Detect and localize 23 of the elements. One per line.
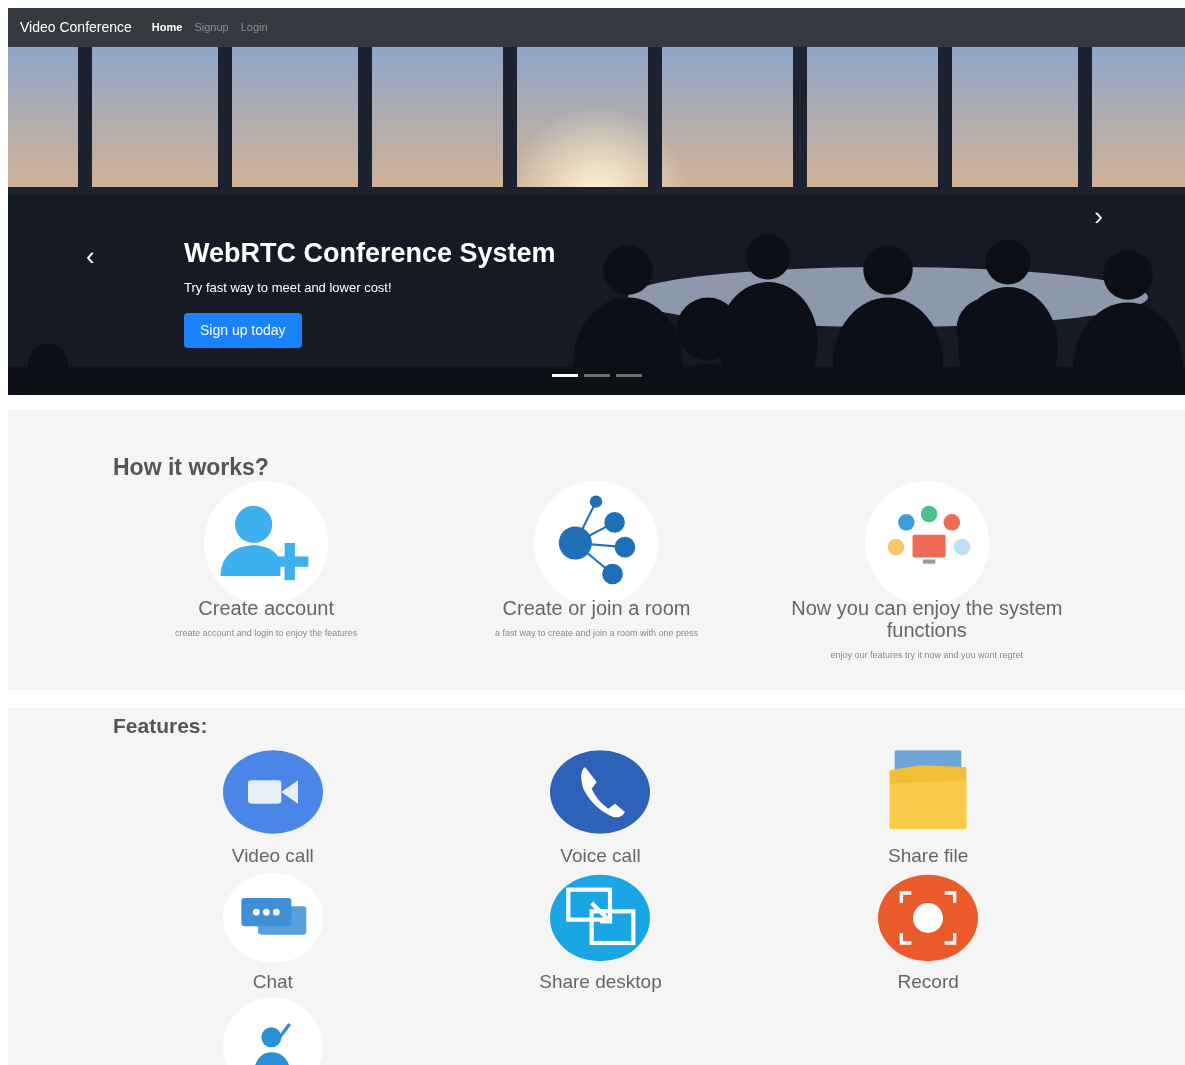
step-title: Create account bbox=[197, 596, 335, 619]
feature-label: Chat bbox=[252, 971, 293, 991]
hero-title: WebRTC Conference System bbox=[184, 237, 556, 270]
carousel-indicator[interactable] bbox=[551, 374, 578, 377]
step-title: Create or join a room bbox=[501, 596, 692, 619]
step-description: create account and login to enjoy the features bbox=[174, 626, 359, 640]
feature-label: Share desktop bbox=[539, 971, 662, 991]
feature-label: Voice call bbox=[560, 845, 641, 865]
carousel-prev-button[interactable]: ‹ bbox=[86, 243, 95, 269]
nav-link[interactable]: Login bbox=[240, 19, 268, 36]
step-title: Now you can enjoy the system functions bbox=[790, 596, 1064, 641]
hero-subtitle: Try fast way to meet and lower cost! bbox=[184, 278, 392, 297]
nav-link[interactable]: Signup bbox=[194, 19, 229, 36]
feature-label: Record bbox=[897, 971, 959, 991]
brand-link[interactable]: Video Conference bbox=[20, 17, 132, 38]
signup-button[interactable]: Sign up today bbox=[184, 313, 302, 348]
step-description: enjoy our features try it now and you wont regret bbox=[829, 648, 1025, 662]
feature-label: Share file bbox=[888, 845, 969, 865]
section-heading: How it works? bbox=[113, 453, 270, 482]
section-heading: Features: bbox=[113, 713, 209, 739]
feature-label: Video call bbox=[231, 845, 314, 865]
step-description: a fast way to create and join a room with one press bbox=[493, 626, 700, 640]
nav-link[interactable]: Home bbox=[151, 19, 183, 36]
